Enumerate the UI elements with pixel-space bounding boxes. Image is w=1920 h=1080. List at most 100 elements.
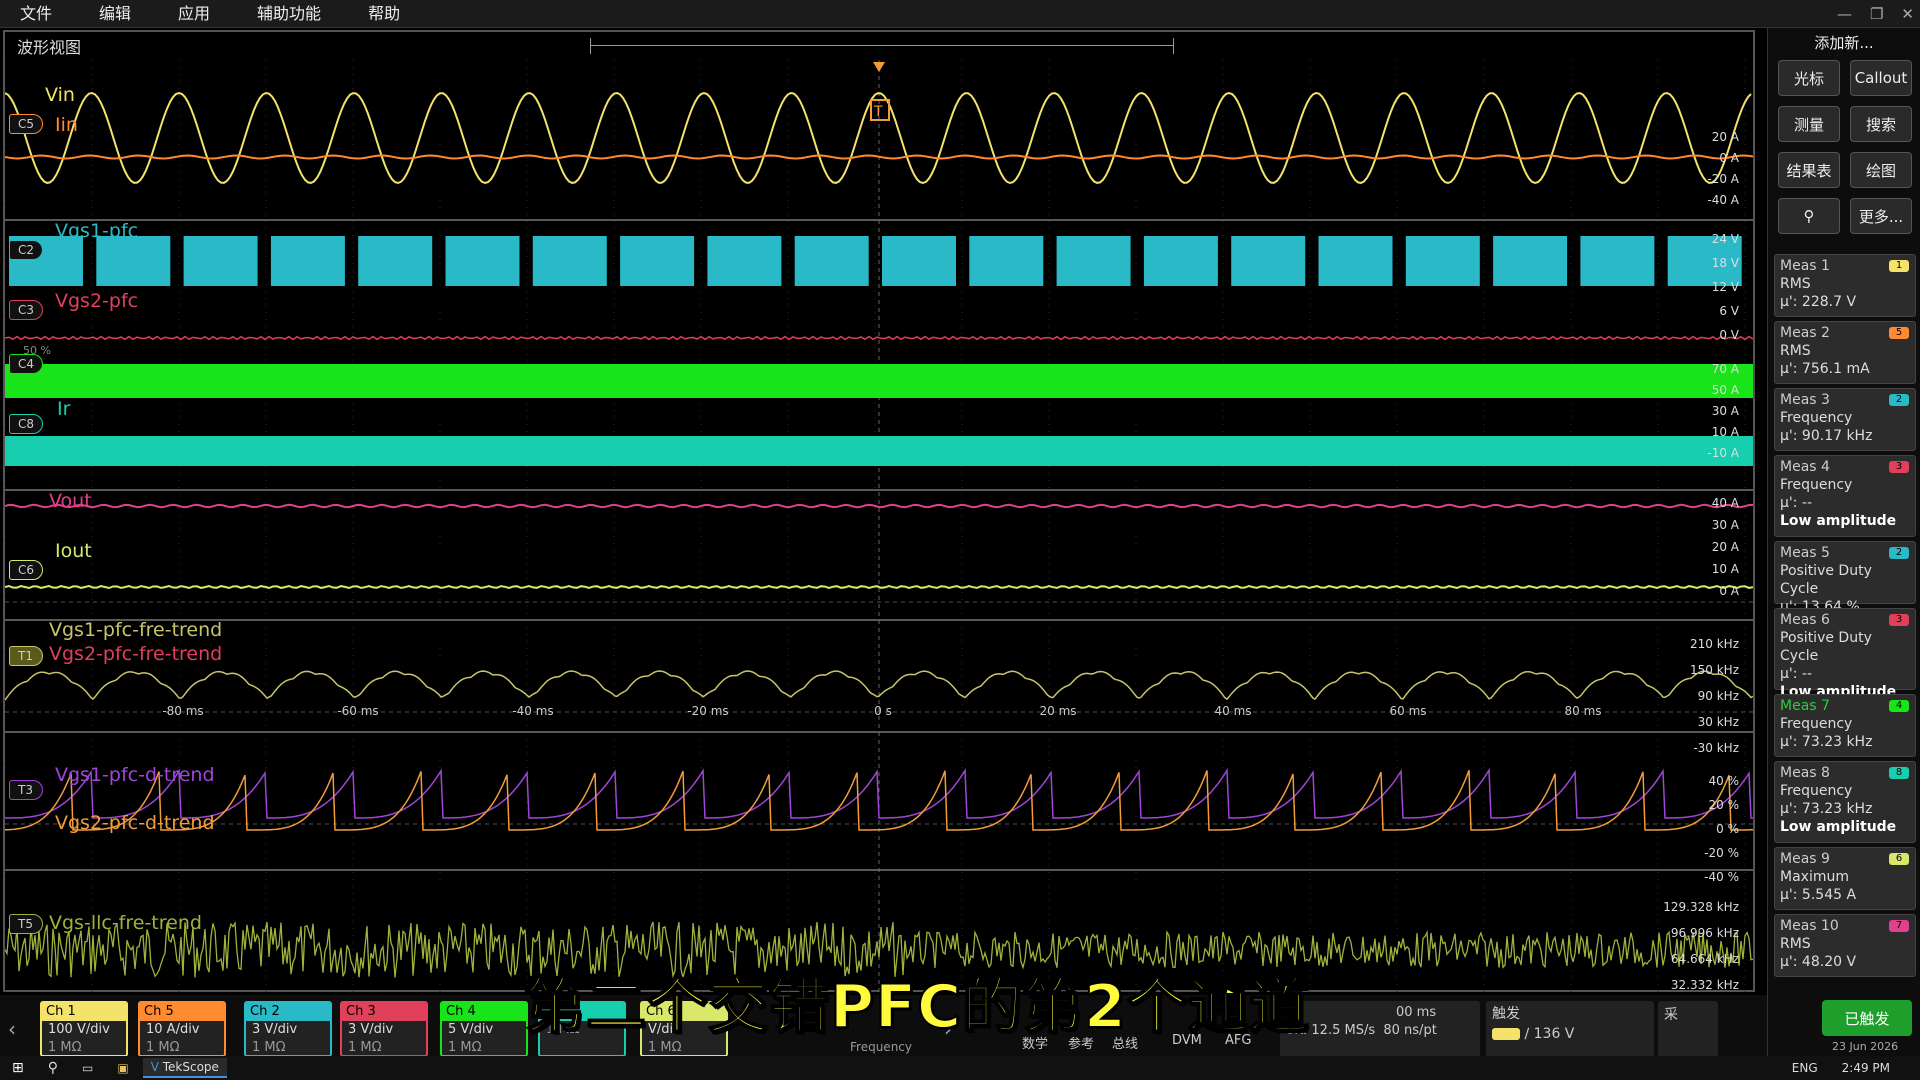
measurement-type: Positive Duty Cycle	[1780, 563, 1872, 597]
trigger-badge[interactable]: 触发 ∕ 136 V	[1486, 1001, 1654, 1057]
menu-help[interactable]: 帮助	[346, 0, 425, 28]
file-explorer-icon[interactable]: ▣	[117, 1061, 128, 1075]
trace-vgs1-block	[794, 236, 869, 286]
trace-vgs1-block	[532, 236, 607, 286]
trace-label-t1a: Vgs1-pfc-fre-trend	[49, 619, 223, 641]
scale-label: 90 kHz	[1697, 689, 1739, 703]
menu-accessibility[interactable]: 辅助功能	[235, 0, 346, 28]
measurement-badge[interactable]: Meas 4 Frequency μ': -- Low amplitude 3	[1774, 455, 1916, 537]
results-table-button[interactable]: 结果表	[1778, 152, 1840, 188]
tekscope-taskbar-item[interactable]: V TekScope	[142, 1058, 227, 1078]
measurement-type: Positive Duty Cycle	[1780, 630, 1872, 664]
measurement-badge[interactable]: Meas 1 RMS μ': 228.7 V 1	[1774, 254, 1916, 317]
channel-badge-c6[interactable]: C6	[9, 560, 43, 580]
run-status-button[interactable]: 已触发	[1822, 1000, 1912, 1036]
channel-badge-c5[interactable]: C5	[9, 114, 43, 134]
zoom-icon[interactable]: ⚲	[1778, 198, 1840, 234]
channel-badge-t5[interactable]: T5	[9, 914, 43, 934]
channel-badge-c2[interactable]: C2	[9, 240, 43, 260]
channel-badge-c8[interactable]: C8	[9, 414, 43, 434]
record-interval: 80 ns/pt	[1383, 1023, 1437, 1038]
trace-vgs1-block	[270, 236, 345, 286]
channel-card[interactable]: Ch 4 5 V/div 1 MΩ	[440, 1001, 528, 1057]
measurement-source-badge: 6	[1889, 853, 1909, 865]
measurement-value: μ': 756.1 mA	[1780, 361, 1870, 377]
scale-label: -30 kHz	[1693, 741, 1739, 755]
time-tick-label: 20 ms	[1039, 704, 1077, 718]
scale-label: 96.996 kHz	[1670, 926, 1739, 940]
trace-vgs1-block	[1318, 236, 1393, 286]
measurement-badge[interactable]: Meas 7 Frequency μ': 73.23 kHz 4	[1774, 694, 1916, 757]
task-view-icon[interactable]: ▭	[82, 1061, 93, 1075]
measurement-warning: Low amplitude	[1780, 819, 1897, 835]
measurement-list: Meas 1 RMS μ': 228.7 V 1 Meas 2 RMS μ': 7…	[1774, 254, 1916, 981]
callout-button[interactable]: Callout	[1850, 60, 1912, 96]
windows-start-icon[interactable]: ⊞	[12, 1060, 24, 1076]
channel-badge-t1[interactable]: T1	[9, 646, 43, 666]
menu-apps[interactable]: 应用	[156, 0, 235, 28]
svg-text:T: T	[873, 104, 883, 120]
language-indicator[interactable]: ENG	[1792, 1061, 1818, 1075]
measurement-badge[interactable]: Meas 8 Frequency μ': 73.23 kHz Low ampli…	[1774, 761, 1916, 843]
search-button[interactable]: 搜索	[1850, 106, 1912, 142]
clock: 2:49 PM	[1841, 1061, 1890, 1075]
channel-card[interactable]: Ch 5 10 A/div 1 MΩ	[138, 1001, 226, 1057]
trigger-marker-icon[interactable]: T	[870, 62, 890, 121]
search-icon[interactable]: ⚲	[48, 1060, 58, 1076]
scroll-left-icon[interactable]: ‹	[8, 1017, 16, 1041]
trace-vgs1-block	[1143, 236, 1218, 286]
channel-badge-t3[interactable]: T3	[9, 780, 43, 800]
more-button[interactable]: 更多...	[1850, 198, 1912, 234]
channel-card[interactable]: Ch 1 100 V/div 1 MΩ	[40, 1001, 128, 1057]
measurement-value: μ': --	[1780, 666, 1813, 682]
measurement-source-badge: 3	[1889, 461, 1909, 473]
scale-label: 0 A	[1719, 584, 1739, 598]
record-view-bar[interactable]	[590, 38, 1174, 54]
trace-label-vgs1-pfc: Vgs1-pfc	[55, 220, 139, 242]
channel-card[interactable]: Ch 3 3 V/div 1 MΩ	[340, 1001, 428, 1057]
trace-vgs-llc	[5, 364, 1753, 398]
cursor-button[interactable]: 光标	[1778, 60, 1840, 96]
channel-card[interactable]: Ch 2 3 V/div 1 MΩ	[244, 1001, 332, 1057]
measurement-badge[interactable]: Meas 3 Frequency μ': 90.17 kHz 2	[1774, 388, 1916, 451]
waveform-view[interactable]: 波形视图 T Vin Iin Vgs1-pfc Vgs2-pfc Vgs-llc…	[3, 30, 1755, 992]
scale-label: 0 A	[1719, 151, 1739, 165]
plot-button[interactable]: 绘图	[1850, 152, 1912, 188]
acquisition-badge[interactable]: 采	[1658, 1001, 1718, 1057]
measurement-badge[interactable]: Meas 9 Maximum μ': 5.545 A 6	[1774, 847, 1916, 910]
trigger-title: 触发	[1492, 1006, 1520, 1022]
measure-button[interactable]: 测量	[1778, 106, 1840, 142]
scale-label: 20 A	[1711, 130, 1739, 144]
time-tick-label: -20 ms	[687, 704, 729, 718]
horizontal-badge[interactable]: 00 ms SR: 12.5 MS/s 80 ns/pt	[1280, 1001, 1480, 1057]
menu-edit[interactable]: 编辑	[77, 0, 156, 28]
measurement-badge[interactable]: Meas 2 RMS μ': 756.1 mA 5	[1774, 321, 1916, 384]
waveform-canvas[interactable]: T	[5, 60, 1753, 992]
measurement-badge[interactable]: Meas 6 Positive Duty Cycle μ': -- Low am…	[1774, 608, 1916, 700]
measurement-type: Frequency	[1780, 477, 1853, 493]
channel-termination: 1 MΩ	[448, 1040, 482, 1055]
measurement-badge[interactable]: Meas 5 Positive Duty Cycle μ': 13.64 % 2	[1774, 541, 1916, 615]
minimize-icon[interactable]: —	[1837, 5, 1852, 23]
trace-ir	[5, 436, 1753, 466]
graticule	[5, 60, 1753, 992]
scale-label: 150 kHz	[1690, 663, 1739, 677]
measurement-value: μ': 48.20 V	[1780, 954, 1857, 970]
measurement-badge[interactable]: Meas 10 RMS μ': 48.20 V 7	[1774, 914, 1916, 977]
trace-vgs1-block	[1056, 236, 1131, 286]
channel-termination: 1 MΩ	[348, 1040, 382, 1055]
channel-badge-c4[interactable]: C4	[9, 354, 43, 374]
taskbar-app-name: TekScope	[162, 1060, 219, 1074]
measurement-type: Frequency	[1780, 410, 1853, 426]
trigger-source-icon	[1492, 1028, 1520, 1040]
measurement-value: μ': 73.23 kHz	[1780, 801, 1873, 817]
scale-label: 129.328 kHz	[1663, 900, 1739, 914]
restore-icon[interactable]: ❐	[1870, 5, 1883, 23]
channel-badge-c3[interactable]: C3	[9, 300, 43, 320]
close-icon[interactable]: ✕	[1901, 5, 1914, 23]
trace-label-iin: Iin	[55, 114, 78, 136]
time-tick-label: 40 ms	[1214, 704, 1252, 718]
menu-file[interactable]: 文件	[0, 0, 77, 28]
channel-name: Ch 5	[140, 1003, 224, 1021]
trace-vgs1-block	[1231, 236, 1306, 286]
